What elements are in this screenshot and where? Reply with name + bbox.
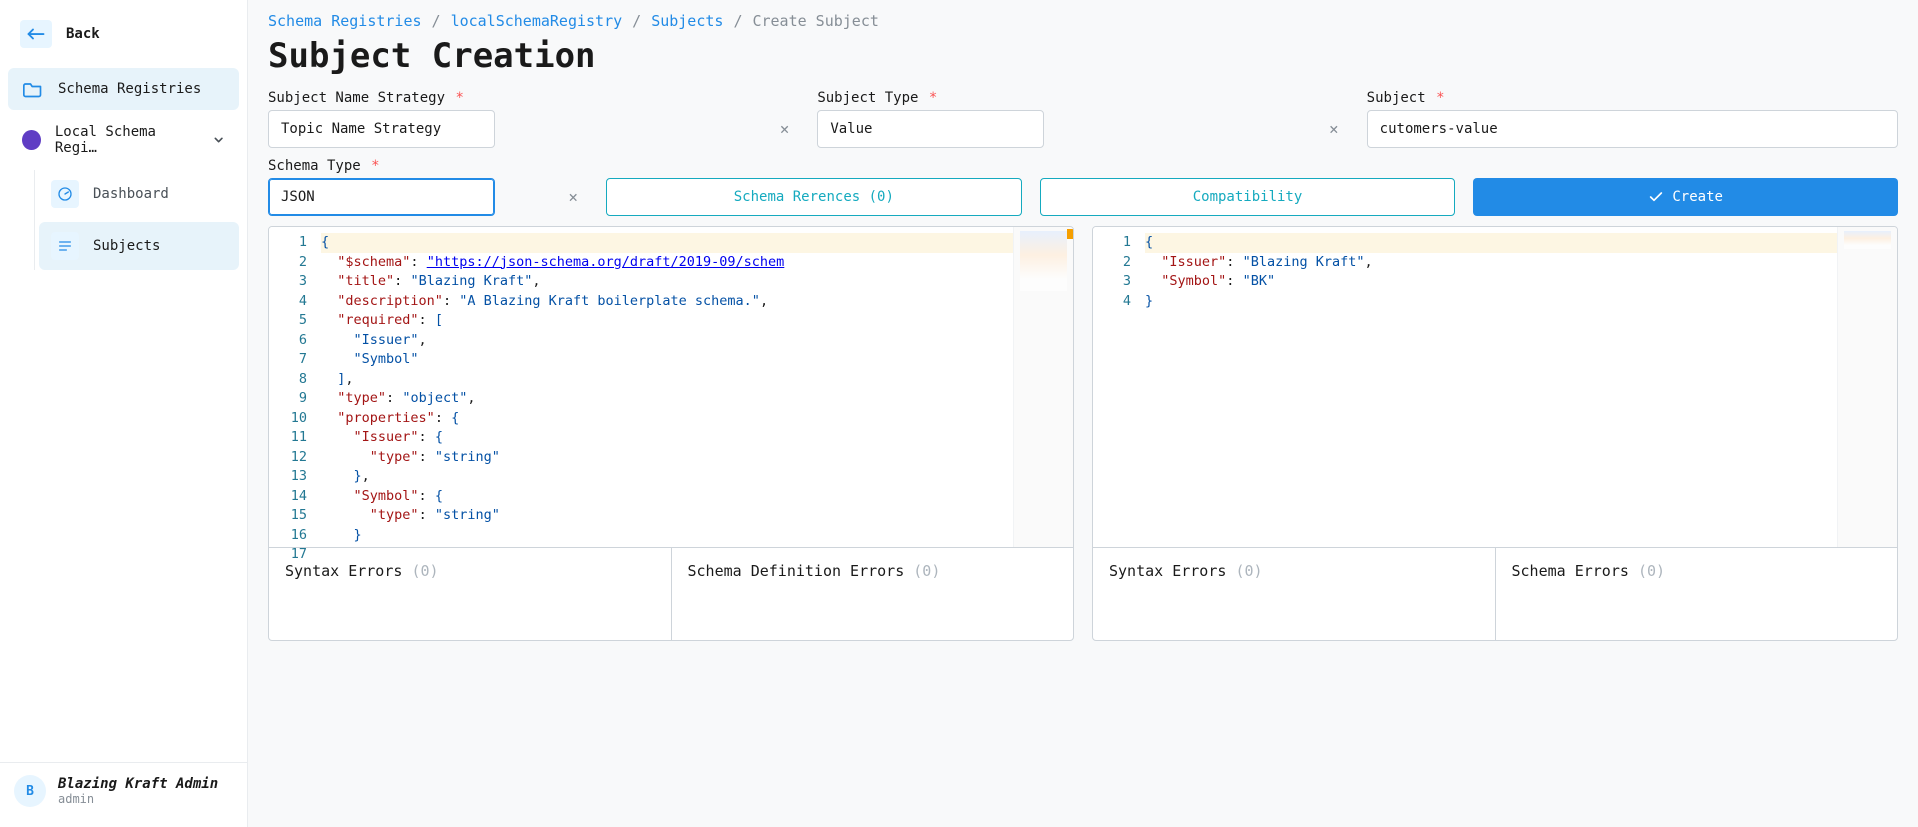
label-name-strategy: Subject Name Strategy *: [268, 90, 799, 106]
breadcrumb-schema-registries[interactable]: Schema Registries: [268, 12, 422, 30]
sidebar-item-label: Local Schema Regi…: [55, 124, 198, 156]
sidebar-item-label: Dashboard: [93, 186, 169, 202]
sidebar-item-label: Subjects: [93, 238, 160, 254]
clear-icon[interactable]: ×: [780, 120, 790, 139]
value-editor[interactable]: 1234 { "Issuer": "Blazing Kraft", "Symbo…: [1092, 226, 1898, 641]
breadcrumb-current: Create Subject: [752, 12, 878, 30]
back-icon: [20, 20, 52, 48]
sidebar-item-schema-registries[interactable]: Schema Registries: [8, 68, 239, 110]
compatibility-button[interactable]: Compatibility: [1040, 178, 1456, 216]
breadcrumb-local-schema-registry[interactable]: localSchemaRegistry: [451, 12, 623, 30]
folder-icon: [22, 78, 44, 100]
code-area[interactable]: { "$schema": "https://json-schema.org/dr…: [317, 227, 1013, 547]
schema-references-button[interactable]: Schema Rerences (0): [606, 178, 1022, 216]
label-subject: Subject *: [1367, 90, 1898, 106]
back-button[interactable]: Back: [8, 12, 239, 56]
user-role: admin: [58, 792, 218, 806]
sidebar-item-dashboard[interactable]: Dashboard: [39, 170, 239, 218]
create-button[interactable]: Create: [1473, 178, 1898, 216]
input-subject[interactable]: [1367, 110, 1898, 148]
list-icon: [51, 232, 79, 260]
line-gutter: 1234567891011121314151617: [269, 227, 317, 547]
syntax-errors-panel[interactable]: Syntax Errors (0): [269, 548, 672, 640]
breadcrumb: Schema Registries / localSchemaRegistry …: [268, 12, 1898, 30]
schema-definition-errors-panel[interactable]: Schema Definition Errors (0): [672, 548, 1074, 640]
schema-errors-panel[interactable]: Schema Errors (0): [1496, 548, 1898, 640]
check-icon: [1648, 189, 1664, 205]
page-title: Subject Creation: [268, 36, 1898, 76]
code-area[interactable]: { "Issuer": "Blazing Kraft", "Symbol": "…: [1141, 227, 1837, 547]
minimap[interactable]: [1837, 227, 1897, 547]
clear-icon[interactable]: ×: [568, 188, 578, 207]
clear-icon[interactable]: ×: [1329, 120, 1339, 139]
sidebar: Back Schema Registries Local Schema Regi…: [0, 0, 248, 827]
line-gutter: 1234: [1093, 227, 1141, 547]
user-footer[interactable]: B Blazing Kraft Admin admin: [0, 762, 247, 819]
minimap[interactable]: [1013, 227, 1073, 547]
select-subject-type[interactable]: [817, 110, 1044, 148]
breadcrumb-subjects[interactable]: Subjects: [651, 12, 723, 30]
sidebar-item-label: Schema Registries: [58, 81, 201, 97]
select-name-strategy[interactable]: [268, 110, 495, 148]
back-label: Back: [66, 26, 100, 42]
schema-editor[interactable]: 1234567891011121314151617 { "$schema": "…: [268, 226, 1074, 641]
main-content: Schema Registries / localSchemaRegistry …: [248, 0, 1918, 827]
label-subject-type: Subject Type *: [817, 90, 1348, 106]
label-schema-type: Schema Type *: [268, 158, 588, 174]
user-name: Blazing Kraft Admin: [58, 776, 218, 792]
avatar: B: [14, 775, 46, 807]
select-schema-type[interactable]: [268, 178, 495, 216]
gauge-icon: [51, 180, 79, 208]
registry-dot-icon: [22, 130, 41, 150]
sidebar-item-local-schema-registry[interactable]: Local Schema Regi…: [8, 114, 239, 166]
chevron-down-icon: [212, 133, 225, 147]
syntax-errors-panel[interactable]: Syntax Errors (0): [1093, 548, 1496, 640]
sidebar-item-subjects[interactable]: Subjects: [39, 222, 239, 270]
